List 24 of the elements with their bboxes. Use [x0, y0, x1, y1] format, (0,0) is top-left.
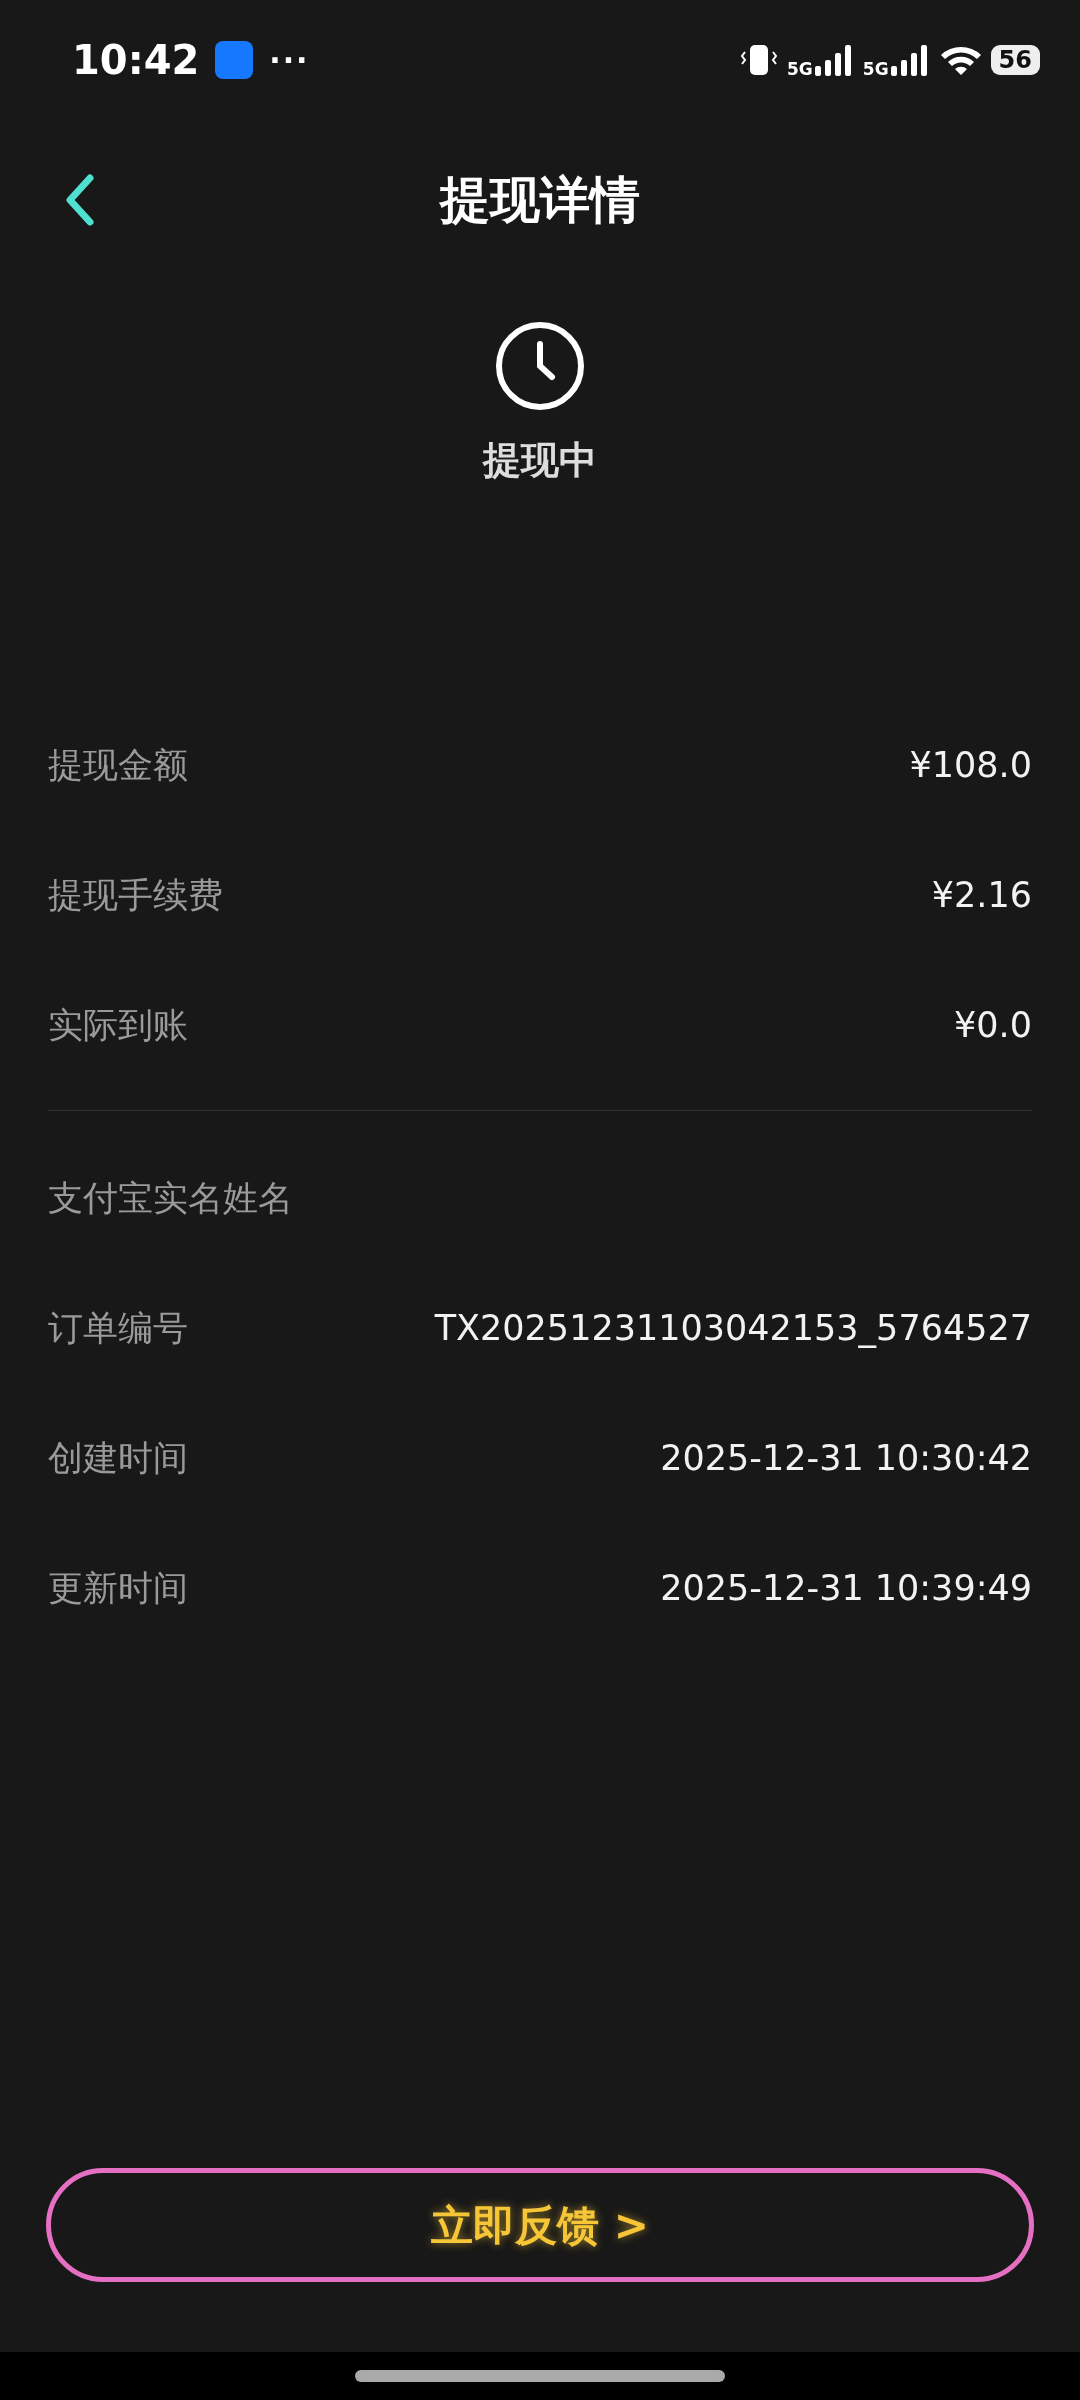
row-value: ¥2.16 — [931, 873, 1032, 917]
row-label: 实际到账 — [48, 1003, 188, 1047]
network-label: 5G — [787, 61, 813, 78]
row-value: 2025-12-31 10:39:49 — [660, 1566, 1032, 1610]
row-label: 提现手续费 — [48, 873, 223, 917]
status-time: 10:42 — [72, 36, 200, 85]
row-label: 订单编号 — [48, 1306, 188, 1350]
vibrate-icon — [739, 42, 779, 78]
row-label: 提现金额 — [48, 743, 188, 787]
row-label: 支付宝实名姓名 — [48, 1176, 293, 1220]
network-label: 5G — [862, 61, 889, 78]
row-label: 创建时间 — [48, 1436, 188, 1480]
row-label: 更新时间 — [48, 1566, 188, 1610]
row-value: 2025-12-31 10:30:42 — [660, 1436, 1032, 1480]
clock-icon — [494, 320, 586, 412]
status-label: 提现中 — [483, 437, 597, 484]
battery-indicator: 56 — [990, 44, 1040, 76]
row-value: ¥108.0 — [909, 743, 1032, 787]
more-indicator: ··· — [269, 41, 310, 80]
row-value: ¥0.0 — [954, 1003, 1032, 1047]
app-icon — [215, 41, 254, 79]
page-title: 提现详情 — [440, 169, 640, 231]
feedback-button[interactable]: 立即反馈 > — [46, 2168, 1034, 2282]
row-value: TX20251231103042153_5764527 — [434, 1306, 1032, 1350]
